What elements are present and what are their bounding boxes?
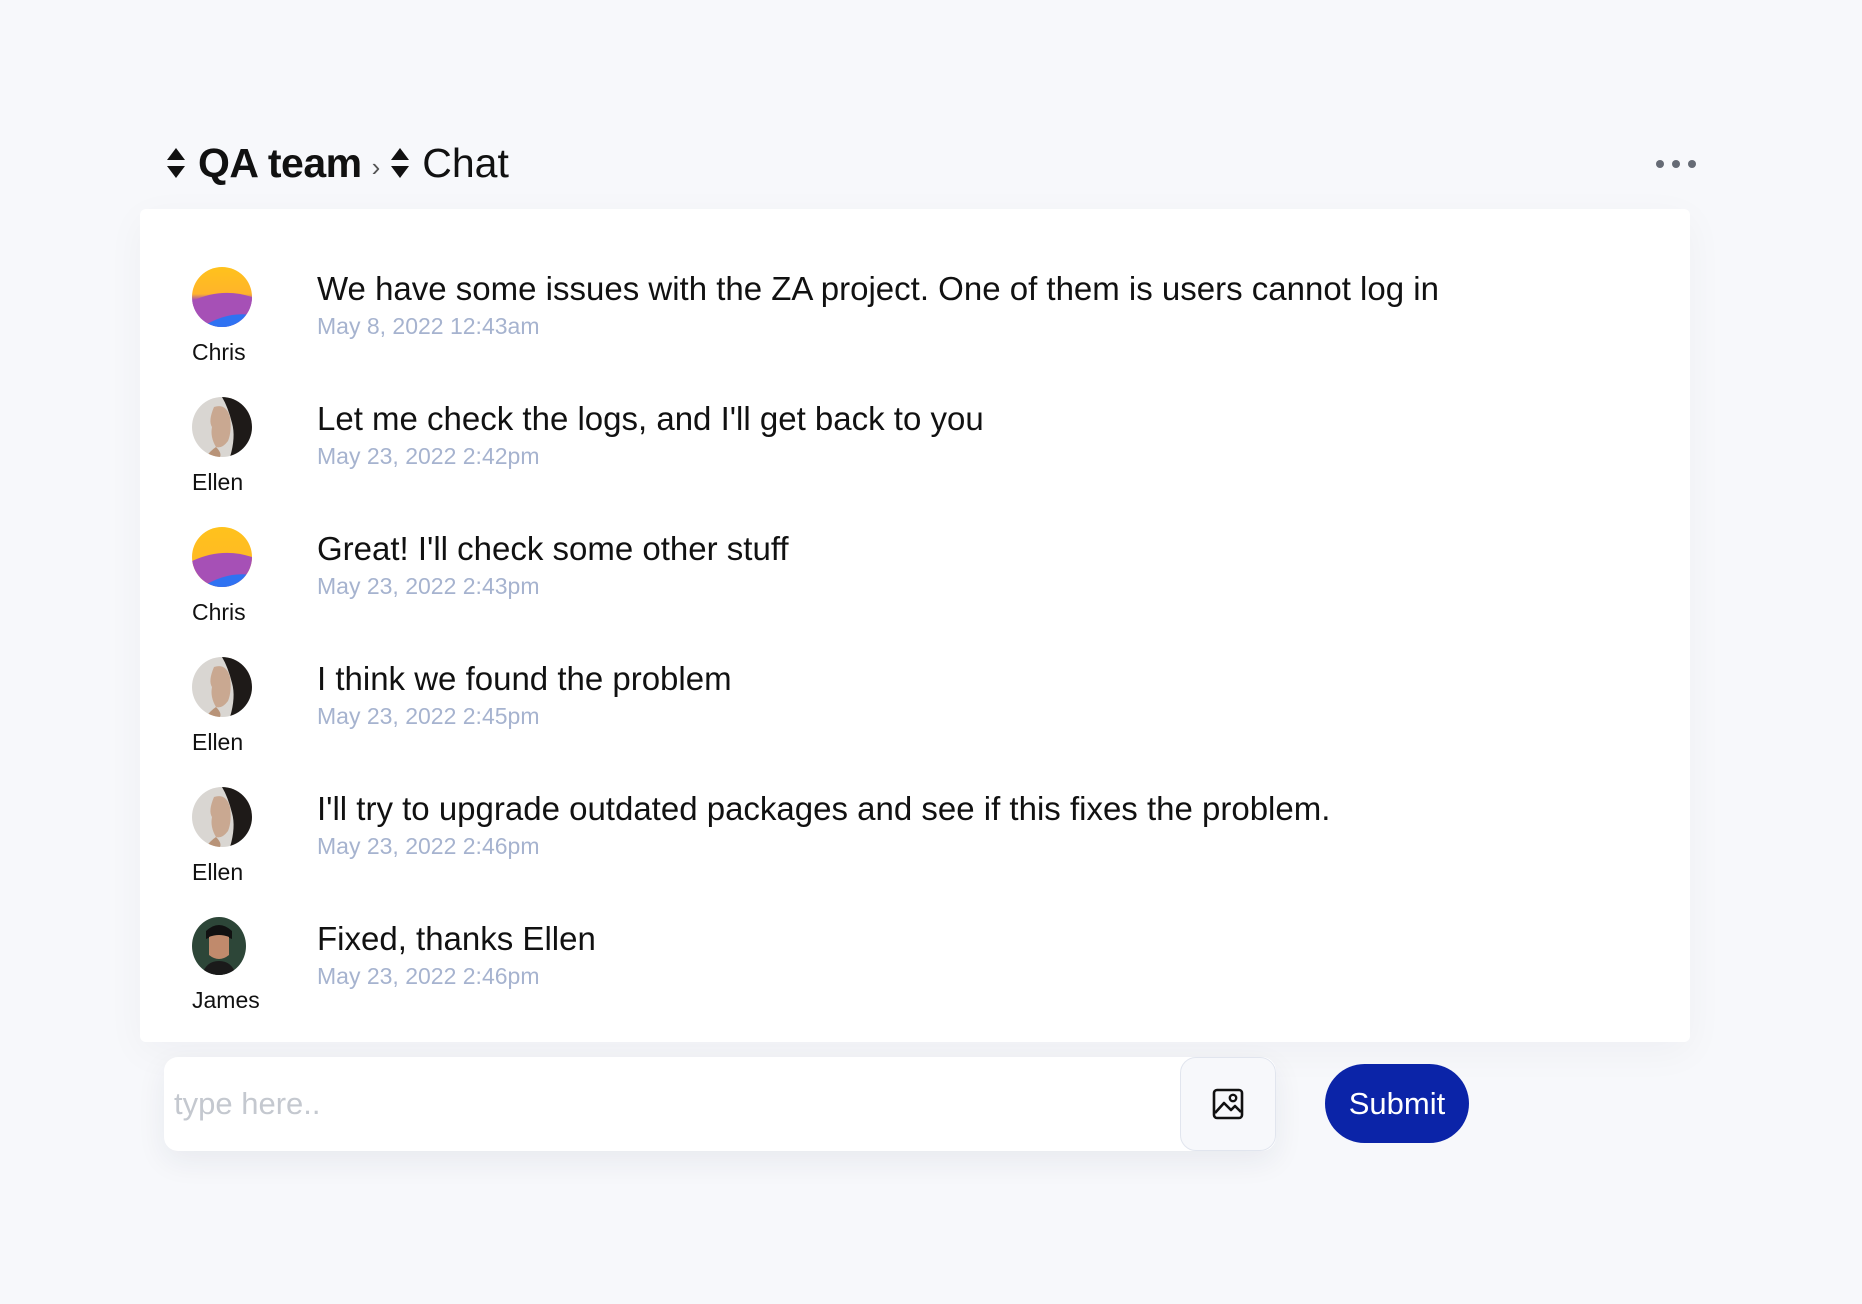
breadcrumb-section[interactable]: Chat	[422, 140, 509, 187]
message-item: James Fixed, thanks Ellen May 23, 2022 2…	[140, 917, 1690, 1037]
message-author: Chris	[192, 599, 246, 625]
message-author: Ellen	[192, 729, 244, 755]
message-sender: James	[192, 917, 292, 1014]
more-horizontal-icon	[1656, 160, 1664, 168]
message-sender: Ellen	[192, 397, 292, 496]
message-content: Let me check the logs, and I'll get back…	[317, 399, 984, 470]
message-content: I think we found the problem May 23, 202…	[317, 659, 732, 730]
message-text: Let me check the logs, and I'll get back…	[317, 400, 984, 437]
avatar[interactable]	[192, 527, 252, 587]
message-text: We have some issues with the ZA project.…	[317, 270, 1439, 307]
more-options-button[interactable]	[1656, 149, 1696, 179]
chat-header: QA team › Chat	[166, 135, 1696, 191]
message-content: I'll try to upgrade outdated packages an…	[317, 789, 1330, 860]
message-sender: Chris	[192, 527, 292, 626]
message-composer	[164, 1057, 1276, 1151]
sort-icon[interactable]	[390, 146, 410, 180]
message-input[interactable]	[172, 1075, 1176, 1133]
avatar[interactable]	[192, 397, 252, 457]
sort-icon[interactable]	[166, 146, 186, 180]
message-content: We have some issues with the ZA project.…	[317, 269, 1439, 340]
avatar[interactable]	[192, 267, 252, 327]
message-timestamp: May 23, 2022 2:42pm	[317, 443, 540, 469]
message-item: Chris Great! I'll check some other stuff…	[140, 527, 1690, 647]
message-item: Chris We have some issues with the ZA pr…	[140, 267, 1690, 387]
message-timestamp: May 8, 2022 12:43am	[317, 313, 540, 339]
message-content: Great! I'll check some other stuff May 2…	[317, 529, 789, 600]
message-timestamp: May 23, 2022 2:46pm	[317, 963, 540, 989]
message-text: Great! I'll check some other stuff	[317, 530, 789, 567]
message-item: Ellen Let me check the logs, and I'll ge…	[140, 397, 1690, 517]
message-author: Ellen	[192, 469, 244, 495]
attach-image-button[interactable]	[1180, 1057, 1276, 1151]
message-content: Fixed, thanks Ellen May 23, 2022 2:46pm	[317, 919, 596, 990]
breadcrumb: QA team › Chat	[166, 135, 509, 191]
image-icon	[1212, 1088, 1244, 1120]
more-horizontal-icon	[1688, 160, 1696, 168]
breadcrumb-separator: ›	[371, 151, 381, 182]
message-text: I think we found the problem	[317, 660, 732, 697]
message-list: Chris We have some issues with the ZA pr…	[140, 209, 1690, 1042]
avatar[interactable]	[192, 787, 252, 847]
breadcrumb-team[interactable]: QA team	[198, 140, 362, 187]
message-sender: Chris	[192, 267, 292, 366]
more-horizontal-icon	[1672, 160, 1680, 168]
message-text: Fixed, thanks Ellen	[317, 920, 596, 957]
message-timestamp: May 23, 2022 2:43pm	[317, 573, 540, 599]
message-timestamp: May 23, 2022 2:46pm	[317, 833, 540, 859]
message-text: I'll try to upgrade outdated packages an…	[317, 790, 1331, 827]
message-item: Ellen I think we found the problem May 2…	[140, 657, 1690, 777]
message-timestamp: May 23, 2022 2:45pm	[317, 703, 540, 729]
message-sender: Ellen	[192, 787, 292, 886]
message-sender: Ellen	[192, 657, 292, 756]
message-author: Ellen	[192, 859, 244, 885]
avatar[interactable]	[192, 917, 246, 975]
message-author: James	[192, 987, 260, 1013]
message-author: Chris	[192, 339, 246, 365]
message-item: Ellen I'll try to upgrade outdated packa…	[140, 787, 1690, 907]
submit-button[interactable]: Submit	[1325, 1064, 1469, 1143]
avatar[interactable]	[192, 657, 252, 717]
